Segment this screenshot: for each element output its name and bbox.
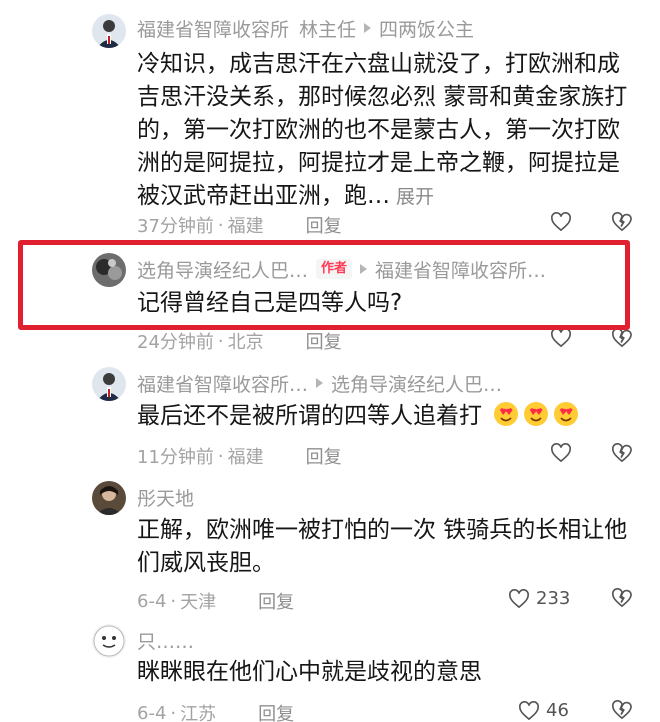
timestamp: 6-4 [137,590,167,612]
username[interactable]: 福建省智障收容所… [137,370,308,397]
like-button[interactable] [550,443,572,463]
reply-button[interactable]: 回复 [258,588,294,614]
reply-target[interactable]: 四两饭公主 [379,15,474,42]
username[interactable]: 福建省智障收容所 [137,15,289,42]
heart-eyes-emoji [494,402,519,426]
comment-text: 最后还不是被所谓的四等人追着打 [137,400,637,433]
comment-meta: 24分钟前 · 北京 回复 [137,328,342,354]
reply-button[interactable]: 回复 [258,700,294,722]
comment-meta: 6-4 · 江苏 回复 [137,700,294,722]
expand-link[interactable]: 展开 [396,186,434,208]
like-button[interactable] [550,212,572,232]
heart-eyes-emoji [554,402,579,426]
username[interactable]: 只…… [137,627,194,654]
timestamp: 11分钟前 [137,447,214,468]
heart-outline-icon [551,443,571,463]
comment-text: 眯眯眼在他们心中就是歧视的意思 [137,659,482,685]
avatar[interactable] [92,367,126,401]
timestamp: 37分钟前 [137,216,214,237]
like-button[interactable]: 233 [508,588,570,609]
triangle-right-icon [316,378,324,388]
timestamp: 24分钟前 [137,332,214,353]
timestamp: 6-4 [137,702,167,722]
comment-meta: 37分钟前 · 福建 回复 [137,212,342,238]
heart-outline-icon [509,588,529,608]
avatar[interactable] [92,481,126,515]
dislike-button[interactable] [611,212,633,232]
comment-meta: 6-4 · 天津 回复 [137,588,294,614]
avatar[interactable] [92,14,126,48]
like-count: 46 [546,700,569,721]
highlight-frame [18,240,630,330]
role-tag: 林主任 [299,18,357,41]
dislike-button[interactable] [611,443,633,463]
reply-target[interactable]: 选角导演经纪人巴… [331,370,502,397]
reply-button[interactable]: 回复 [306,443,342,469]
location: 天津 [180,592,217,613]
comment-header: 只…… [137,626,194,654]
avatar[interactable] [92,624,126,658]
comment-meta: 11分钟前 · 福建 回复 [137,443,342,469]
like-count: 233 [536,588,571,609]
location: 福建 [227,216,264,237]
location: 福建 [227,447,264,468]
username[interactable]: 彤天地 [137,484,194,511]
heart-outline-icon [551,328,571,348]
like-button[interactable]: 46 [518,700,569,721]
broken-heart-icon [612,700,632,720]
dislike-button[interactable] [611,588,633,608]
heart-eyes-emoji [524,402,549,426]
dislike-button[interactable] [611,700,633,720]
comment-header: 福建省智障收容所 林主任 四两饭公主 [137,14,474,42]
broken-heart-icon [612,588,632,608]
comment-text: 正解，欧洲唯一被打怕的一次 铁骑兵的长相让他们威风丧胆。 [137,517,628,576]
triangle-right-icon [364,23,372,33]
broken-heart-icon [612,328,632,348]
reply-button[interactable]: 回复 [306,212,342,238]
dislike-button[interactable] [611,328,633,348]
reply-button[interactable]: 回复 [306,328,342,354]
like-button[interactable] [550,328,572,348]
comment-header: 彤天地 [137,483,194,511]
comment-text: 冷知识，成吉思汗在六盘山就没了，打欧洲和成吉思汗没关系，那时候忽必烈 蒙哥和黄金… [137,51,628,209]
location: 江苏 [180,704,217,722]
location: 北京 [227,332,264,353]
heart-outline-icon [519,700,539,720]
broken-heart-icon [612,443,632,463]
broken-heart-icon [612,212,632,232]
comment-header: 福建省智障收容所… 选角导演经纪人巴… [137,369,502,397]
heart-outline-icon [551,212,571,232]
